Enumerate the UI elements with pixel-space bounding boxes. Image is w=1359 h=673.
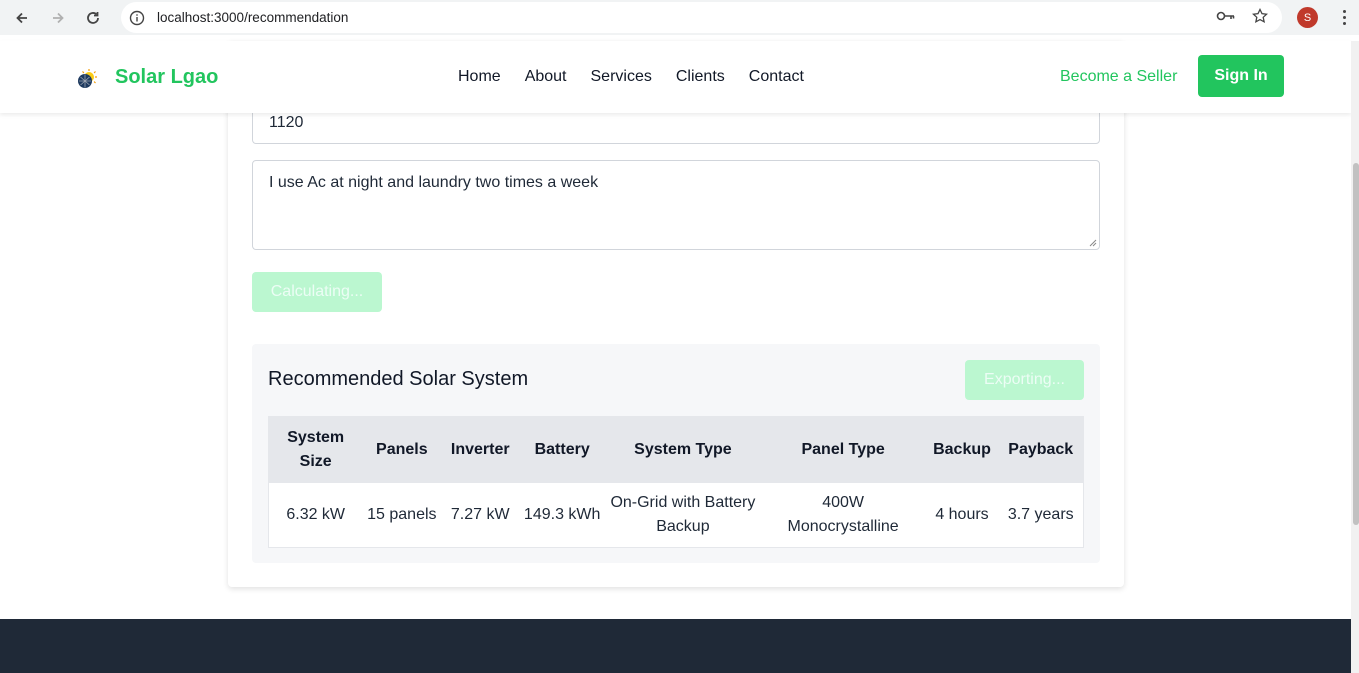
calculate-button[interactable]: Calculating... [252, 272, 382, 312]
header-system-size: System Size [268, 416, 363, 483]
usage-textarea-value: I use Ac at night and laundry two times … [269, 174, 599, 191]
usage-textarea[interactable]: I use Ac at night and laundry two times … [252, 160, 1100, 250]
cell-payback: 3.7 years [998, 482, 1084, 548]
header-system-type: System Type [605, 416, 761, 483]
header-panels: Panels [362, 416, 442, 483]
page-scrollbar[interactable] [1351, 41, 1359, 673]
header-inverter: Inverter [441, 416, 520, 483]
recommendation-table: System Size Panels Inverter Battery Syst… [268, 416, 1084, 548]
cell-battery: 149.3 kWh [519, 482, 606, 548]
url-text[interactable]: localhost:3000/recommendation [157, 10, 348, 25]
recommendation-title: Recommended Solar System [268, 368, 529, 390]
back-arrow-icon[interactable] [9, 5, 35, 31]
scrollbar-thumb[interactable] [1353, 163, 1359, 525]
bookmark-star-icon[interactable] [1251, 7, 1269, 29]
header-panel-type: Panel Type [760, 416, 926, 483]
nav-services[interactable]: Services [591, 68, 652, 86]
export-button[interactable]: Exporting... [965, 360, 1084, 400]
solar-logo-icon[interactable] [76, 68, 98, 90]
resize-handle-icon[interactable] [1089, 239, 1097, 247]
sign-in-button[interactable]: Sign In [1198, 55, 1284, 97]
header-payback: Payback [998, 416, 1084, 483]
main-nav: Home About Services Clients Contact [458, 68, 804, 86]
header-battery: Battery [519, 416, 606, 483]
profile-avatar[interactable]: S [1297, 7, 1318, 28]
cell-panels: 15 panels [362, 482, 442, 548]
table-row: 6.32 kW 15 panels 7.27 kW 149.3 kWh On-G… [268, 482, 1084, 548]
cell-backup: 4 hours [925, 482, 999, 548]
table-header-row: System Size Panels Inverter Battery Syst… [268, 416, 1084, 483]
nav-contact[interactable]: Contact [749, 68, 804, 86]
browser-toolbar: localhost:3000/recommendation S [0, 0, 1359, 35]
site-footer [0, 619, 1351, 673]
nav-about[interactable]: About [525, 68, 567, 86]
header-backup: Backup [925, 416, 999, 483]
forward-arrow-icon[interactable] [45, 5, 71, 31]
cell-system-size: 6.32 kW [268, 482, 363, 548]
password-key-icon[interactable] [1216, 9, 1236, 28]
nav-home[interactable]: Home [458, 68, 501, 86]
site-info-icon[interactable] [129, 10, 145, 26]
address-bar[interactable]: localhost:3000/recommendation [121, 2, 1282, 33]
cell-inverter: 7.27 kW [441, 482, 520, 548]
cell-system-type: On-Grid with Battery Backup [605, 482, 761, 548]
nav-clients[interactable]: Clients [676, 68, 725, 86]
reload-icon[interactable] [80, 5, 106, 31]
units-input-value: 1120 [269, 114, 304, 131]
become-seller-link[interactable]: Become a Seller [1060, 68, 1177, 86]
cell-panel-type: 400W Monocrystalline [760, 482, 926, 548]
brand-name[interactable]: Solar Lgao [115, 66, 218, 89]
browser-menu-icon[interactable] [1336, 7, 1352, 28]
site-navbar: Solar Lgao Home About Services Clients C… [0, 41, 1351, 113]
